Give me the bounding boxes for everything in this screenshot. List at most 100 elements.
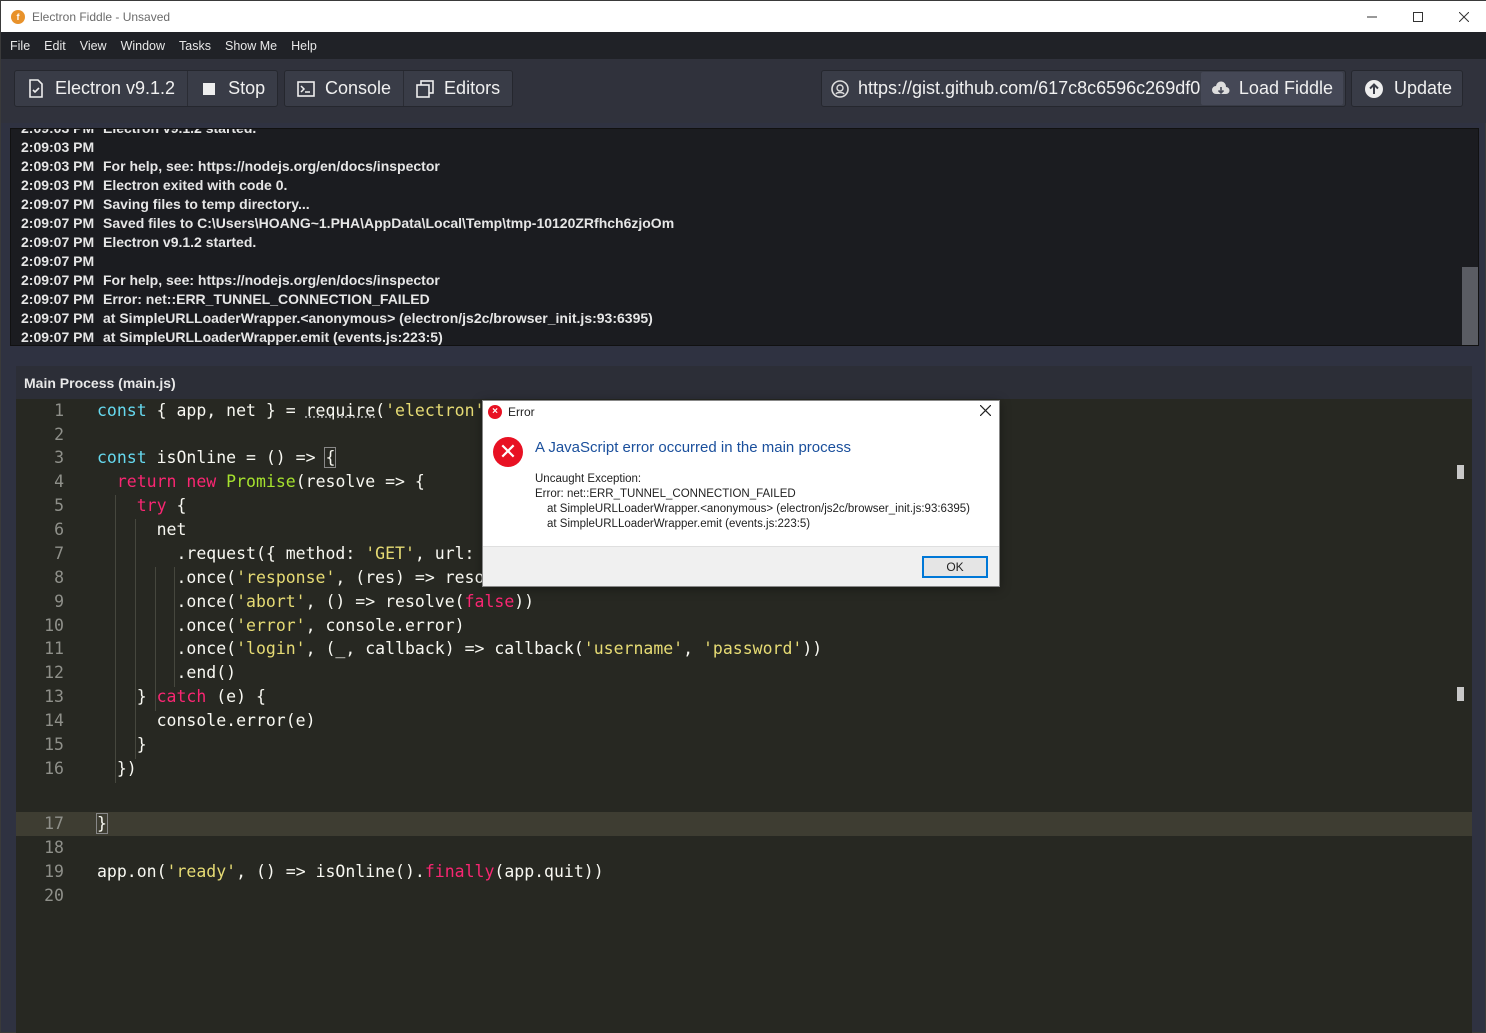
line-number: 11	[16, 637, 64, 661]
menu-tasks[interactable]: Tasks	[172, 39, 218, 53]
console-timestamp: 2:09:07 PM	[21, 290, 103, 309]
console-line: 2:09:07 PM Saving files to temp directory…	[21, 195, 674, 214]
line-number: 12	[16, 661, 64, 685]
dialog-message-line: at SimpleURLLoaderWrapper.<anonymous> (e…	[535, 502, 970, 517]
console-timestamp: 2:09:03 PM	[21, 128, 103, 138]
minimize-button[interactable]	[1349, 1, 1395, 32]
console-timestamp: 2:09:03 PM	[21, 157, 103, 176]
line-number: 5	[16, 494, 64, 518]
minimize-icon	[1367, 12, 1377, 22]
toolbar: Electron v9.1.2 Stop Console Editors htt…	[1, 59, 1486, 123]
console-message: For help, see: https://nodejs.org/en/doc…	[103, 158, 440, 174]
console-line: 2:09:03 PM Electron v9.1.2 started.	[21, 128, 674, 138]
run-button-group: Electron v9.1.2 Stop	[14, 70, 278, 107]
code-line: 9 .once('abort', () => resolve(false))	[16, 590, 1472, 614]
scroll-marker	[1457, 687, 1464, 701]
dialog-message-line: Error: net::ERR_TUNNEL_CONNECTION_FAILED	[535, 487, 970, 502]
dialog-message: Uncaught Exception: Error: net::ERR_TUNN…	[535, 472, 970, 532]
stop-button[interactable]: Stop	[188, 71, 277, 106]
close-icon	[980, 405, 991, 416]
console-message: at SimpleURLLoaderWrapper.<anonymous> (e…	[103, 310, 653, 326]
document-check-icon	[27, 80, 45, 98]
code-line: 15 }	[16, 733, 1472, 757]
menu-bar: File Edit View Window Tasks Show Me Help	[1, 32, 1486, 59]
line-number: 15	[16, 733, 64, 757]
code-line: 19 app.on('ready', () => isOnline().final…	[16, 860, 1472, 884]
app-window: f Electron Fiddle - Unsaved File Edit Vi…	[0, 0, 1486, 1033]
console-timestamp: 2:09:07 PM	[21, 271, 103, 290]
line-number: 8	[16, 566, 64, 590]
console-scrollbar-thumb[interactable]	[1462, 267, 1478, 346]
code-line: 18	[16, 836, 1472, 860]
gist-url-input[interactable]: https://gist.github.com/617c8c6596c269df…	[858, 78, 1200, 99]
code-line: 10 .once('error', console.error)	[16, 614, 1472, 638]
window-title: Electron Fiddle - Unsaved	[32, 10, 170, 24]
ok-button[interactable]: OK	[922, 556, 988, 578]
console-line: 2:09:07 PM at SimpleURLLoaderWrapper.emit…	[21, 328, 674, 346]
editors-button[interactable]: Editors	[404, 71, 512, 106]
console-timestamp: 2:09:03 PM	[21, 176, 103, 195]
line-number: 20	[16, 884, 64, 908]
console-line: 2:09:07 PM Error: net::ERR_TUNNEL_CONNECT…	[21, 290, 674, 309]
version-chooser-button[interactable]: Electron v9.1.2	[15, 71, 188, 106]
version-label: Electron v9.1.2	[55, 78, 175, 99]
console-timestamp: 2:09:07 PM	[21, 252, 103, 271]
console-message: Electron v9.1.2 started.	[103, 128, 256, 136]
console-line: 2:09:07 PM at SimpleURLLoaderWrapper.<ano…	[21, 309, 674, 328]
menu-window[interactable]: Window	[114, 39, 172, 53]
dialog-message-line: Uncaught Exception:	[535, 472, 970, 487]
gist-address-bar: https://gist.github.com/617c8c6596c269df…	[821, 70, 1346, 107]
line-number: 3	[16, 446, 64, 470]
menu-help[interactable]: Help	[284, 39, 324, 53]
maximize-button[interactable]	[1395, 1, 1441, 32]
close-button[interactable]	[1441, 1, 1486, 32]
menu-file[interactable]: File	[3, 39, 37, 53]
console-line: 2:09:07 PM	[21, 252, 674, 271]
menu-show-me[interactable]: Show Me	[218, 39, 284, 53]
error-icon: ×	[488, 405, 502, 419]
editor-title: Main Process (main.js)	[16, 366, 1472, 399]
console-line: 2:09:03 PM Electron exited with code 0.	[21, 176, 674, 195]
console-icon	[297, 80, 315, 98]
menu-view[interactable]: View	[73, 39, 114, 53]
menu-edit[interactable]: Edit	[37, 39, 73, 53]
update-label: Update	[1394, 78, 1452, 99]
console-message: Saving files to temp directory...	[103, 196, 310, 212]
dialog-message-line: at SimpleURLLoaderWrapper.emit (events.j…	[535, 517, 970, 532]
dialog-title-bar: × Error	[483, 401, 999, 423]
console-button[interactable]: Console	[285, 71, 404, 106]
console-message: at SimpleURLLoaderWrapper.emit (events.j…	[103, 329, 443, 345]
load-fiddle-label: Load Fiddle	[1239, 78, 1333, 99]
console-line: 2:09:03 PM For help, see: https://nodejs.…	[21, 157, 674, 176]
title-bar: f Electron Fiddle - Unsaved	[1, 1, 1486, 32]
editors-icon	[416, 80, 434, 98]
console-message: Electron v9.1.2 started.	[103, 234, 256, 250]
maximize-icon	[1413, 12, 1423, 22]
console-timestamp: 2:09:07 PM	[21, 214, 103, 233]
console-label: Console	[325, 78, 391, 99]
console-line: 2:09:03 PM	[21, 138, 674, 157]
line-number: 19	[16, 860, 64, 884]
console-timestamp: 2:09:07 PM	[21, 309, 103, 328]
console-message: Electron exited with code 0.	[103, 177, 287, 193]
console-timestamp: 2:09:07 PM	[21, 233, 103, 252]
line-number: 10	[16, 614, 64, 638]
code-line: 12 .end()	[16, 661, 1472, 685]
line-number: 9	[16, 590, 64, 614]
line-number: 13	[16, 685, 64, 709]
load-fiddle-button[interactable]: Load Fiddle	[1201, 72, 1343, 105]
console-panel[interactable]: 2:09:03 PM Electron v9.1.2 started. 2:09:…	[10, 128, 1479, 346]
console-timestamp: 2:09:07 PM	[21, 195, 103, 214]
dialog-footer: OK	[483, 546, 999, 586]
error-large-icon: ✕	[493, 437, 523, 467]
close-icon	[1459, 12, 1469, 22]
dialog-close-button[interactable]	[980, 403, 991, 421]
line-number: 14	[16, 709, 64, 733]
console-timestamp: 2:09:07 PM	[21, 328, 103, 346]
dialog-heading: A JavaScript error occurred in the main …	[535, 439, 851, 456]
line-number: 18	[16, 836, 64, 860]
code-line: 16 })	[16, 757, 1472, 781]
update-button[interactable]: Update	[1351, 70, 1463, 107]
line-number: 2	[16, 423, 64, 447]
line-number: 7	[16, 542, 64, 566]
